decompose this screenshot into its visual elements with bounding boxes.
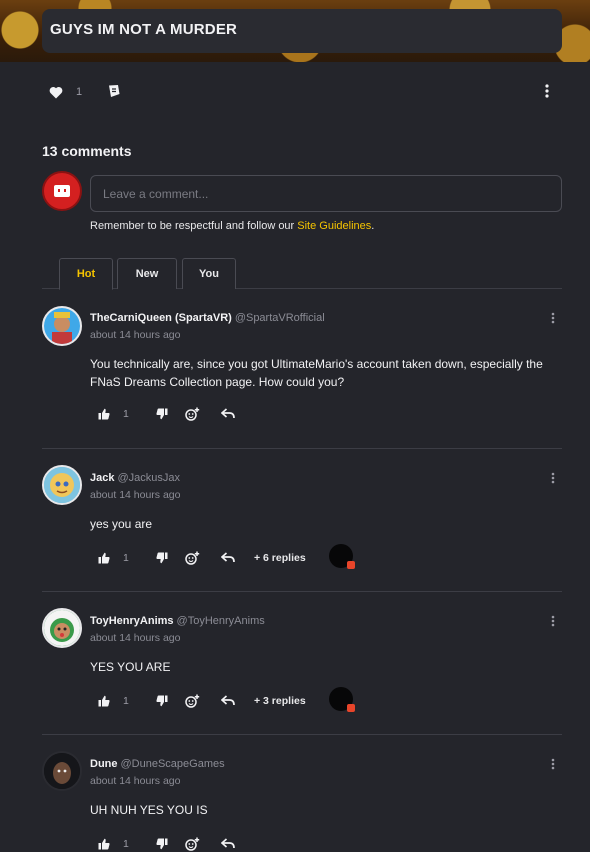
thumbs-down-icon[interactable] <box>154 693 170 709</box>
guidelines-prefix: Remember to be respectful and follow our <box>90 220 298 232</box>
replier-avatar <box>329 687 355 712</box>
comment-author-avatar[interactable] <box>42 751 82 791</box>
tab-new[interactable]: New <box>117 258 177 289</box>
comment-options-kebab-icon[interactable] <box>547 613 559 629</box>
comment-text: UH NUH YES YOU IS <box>90 803 208 817</box>
reply-icon[interactable] <box>220 406 236 422</box>
comment-divider <box>42 734 562 735</box>
comment-like-count: 1 <box>123 695 129 707</box>
comment-timestamp: about 14 hours ago <box>90 329 181 341</box>
tab-you[interactable]: You <box>182 258 236 289</box>
comment-author-handle: @JackusJax <box>117 472 181 484</box>
post-title: GUYS IM NOT A MURDER <box>42 9 562 53</box>
reply-icon[interactable] <box>220 836 236 852</box>
add-reaction-icon[interactable] <box>184 550 200 566</box>
view-replies-button[interactable]: + 3 replies <box>254 695 306 707</box>
comment-author-name[interactable]: Jack <box>90 472 114 484</box>
add-reaction-icon[interactable] <box>184 406 200 422</box>
share-icon[interactable] <box>106 83 122 99</box>
comment-author-handle: @ToyHenryAnims <box>176 615 265 627</box>
comment-like-count: 1 <box>123 552 129 564</box>
comment-author-name[interactable]: ToyHenryAnims <box>90 615 174 627</box>
comment-text: You technically are, since you got Ultim… <box>90 357 543 389</box>
heart-icon[interactable] <box>48 84 64 100</box>
comment-action-row: 1 <box>96 836 496 852</box>
add-reaction-icon[interactable] <box>184 693 200 709</box>
comment-author-avatar[interactable] <box>42 608 82 648</box>
comment-options-kebab-icon[interactable] <box>547 756 559 772</box>
comment-author-line: Jack @JackusJax <box>90 472 180 484</box>
comment-author-line: TheCarniQueen (SpartaVR) @SpartaVRofficia… <box>90 312 325 324</box>
reply-icon[interactable] <box>220 550 236 566</box>
comments-count-heading: 13 comments <box>42 143 132 159</box>
thumbs-up-icon[interactable] <box>96 406 112 422</box>
comment-sort-tabs: Hot New You <box>42 258 562 290</box>
comment-timestamp: about 14 hours ago <box>90 632 181 644</box>
reply-icon[interactable] <box>220 693 236 709</box>
comment-text: YES YOU ARE <box>90 660 171 674</box>
comment-author-name[interactable]: Dune <box>90 758 118 770</box>
post-actions-bar: 1 <box>0 62 590 122</box>
comment-divider <box>42 448 562 449</box>
comment-author-line: ToyHenryAnims @ToyHenryAnims <box>90 615 265 627</box>
comment-options-kebab-icon[interactable] <box>547 470 559 486</box>
thumbs-down-icon[interactable] <box>154 406 170 422</box>
comment-author-avatar[interactable] <box>42 306 82 346</box>
view-replies-button[interactable]: + 6 replies <box>254 552 306 564</box>
reply-indicator-badge <box>347 704 355 712</box>
comment-text: yes you are <box>90 517 153 531</box>
post-options-kebab-icon[interactable] <box>540 82 554 100</box>
thumbs-down-icon[interactable] <box>154 836 170 852</box>
tab-hot[interactable]: Hot <box>59 258 113 290</box>
comment-input[interactable] <box>90 175 562 212</box>
comment-timestamp: about 14 hours ago <box>90 489 181 501</box>
current-user-avatar <box>42 171 82 211</box>
thumbs-up-icon[interactable] <box>96 693 112 709</box>
thumbs-up-icon[interactable] <box>96 550 112 566</box>
thumbs-down-icon[interactable] <box>154 550 170 566</box>
comment-timestamp: about 14 hours ago <box>90 775 181 787</box>
guidelines-notice: Remember to be respectful and follow our… <box>90 220 374 232</box>
comment-action-row: 1 + 3 replies <box>96 687 496 712</box>
comment-author-handle: @DuneScapeGames <box>120 758 225 770</box>
comment-author-handle: @SpartaVRofficial <box>234 312 325 324</box>
comment-author-line: Dune @DuneScapeGames <box>90 758 225 770</box>
reply-indicator-badge <box>347 561 355 569</box>
add-reaction-icon[interactable] <box>184 836 200 852</box>
comment-divider <box>42 591 562 592</box>
post-like-count: 1 <box>76 86 83 98</box>
comment-action-row: 1 + 6 replies <box>96 544 496 569</box>
comment-author-name[interactable]: TheCarniQueen (SpartaVR) <box>90 312 232 324</box>
thumbs-up-icon[interactable] <box>96 836 112 852</box>
comment-action-row: 1 <box>96 406 496 424</box>
site-guidelines-link[interactable]: Site Guidelines <box>297 220 371 232</box>
guidelines-suffix: . <box>371 220 375 232</box>
comment-options-kebab-icon[interactable] <box>547 310 559 326</box>
comment-like-count: 1 <box>123 838 129 850</box>
comment-like-count: 1 <box>123 408 129 420</box>
replier-avatar <box>329 544 355 569</box>
comment-author-avatar[interactable] <box>42 465 82 505</box>
